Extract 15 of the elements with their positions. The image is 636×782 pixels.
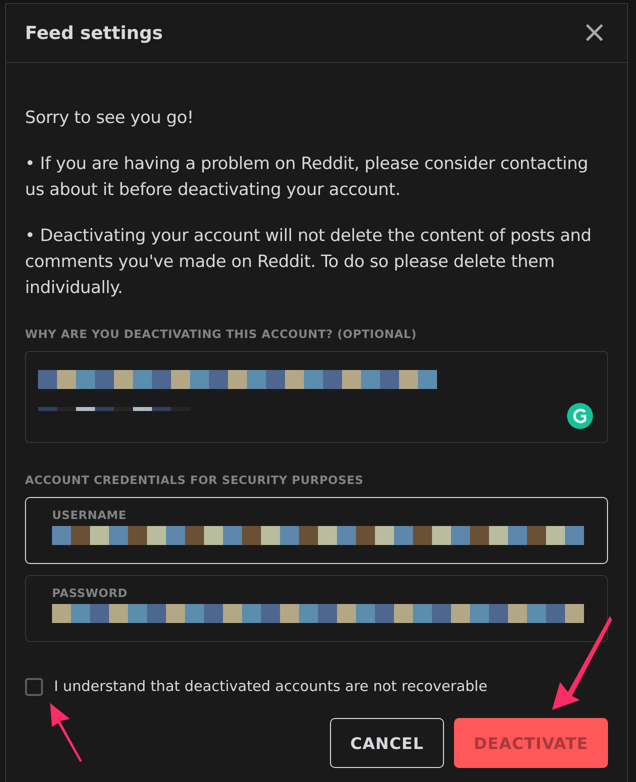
reason-field[interactable] [25,351,608,443]
checkbox[interactable] [25,678,43,696]
section-label: WHY ARE YOU DEACTIVATING THIS ACCOUNT? (OPTIONAL) [25,327,418,341]
cancel-button[interactable]: CANCEL [330,718,444,768]
bullet-text: • If you are having a problem on Reddit, please consider contacting us about it before deactivating your account. [25,153,590,202]
bullet-text: • Deactivating your account will not delete the content of posts and comments you've made on Reddit. To do so please delete them individually. [25,225,592,300]
username-field[interactable]: USERNAME [25,497,608,564]
annotation-arrow [48,701,84,763]
password-field[interactable]: PASSWORD [25,575,608,642]
dialog-title: Feed settings [25,22,163,44]
section-label: ACCOUNT CREDENTIALS FOR SECURITY PURPOSES [25,473,364,487]
intro-text: Sorry to see you go! [25,107,195,130]
close-button[interactable]: × [580,18,609,48]
grammar-assistant-icon[interactable] [567,403,593,429]
checkbox-label: I understand that deactivated accounts are not recoverable [54,679,488,695]
